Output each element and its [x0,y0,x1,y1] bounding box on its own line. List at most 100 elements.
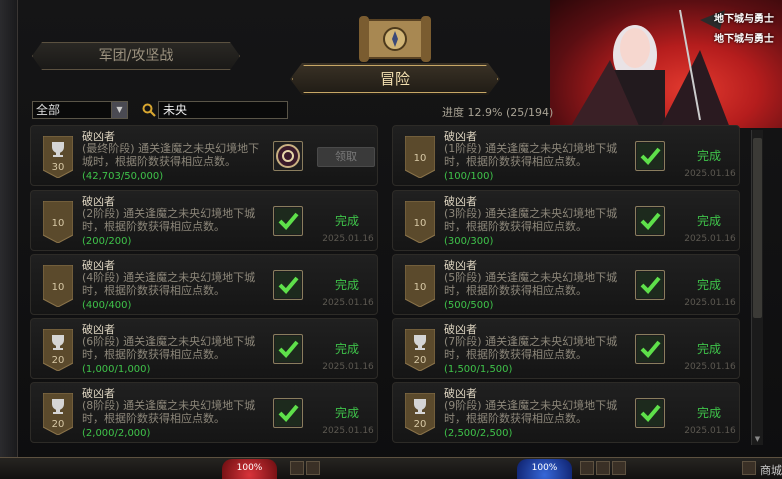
checkmark-icon[interactable] [273,398,303,428]
completion-date: 2025.01.16 [684,234,736,244]
badge-points: 10 [51,218,65,229]
points-badge-icon: 10 [405,265,435,307]
trophy-badge-icon: 20 [43,329,73,371]
progress-percent: 12.9% [467,106,503,119]
achievement-card: 10 破凶者 (4阶段) 通关逢魔之未央幻境地下城时，根据阶数获得相应点数。 (400… [30,254,378,315]
completion-date: 2025.01.16 [322,234,374,244]
status-complete: 完成 [334,406,359,420]
card-progress: (1,000/1,000) [82,364,151,375]
card-description: (8阶段) 通关逢魔之未央幻境地下城时，根据阶数获得相应点数。 [82,399,256,425]
hud-menu-slot[interactable] [612,461,626,475]
hud-menu-slot[interactable] [596,461,610,475]
category-selected: 全部 [36,103,61,117]
achievement-card: 20 破凶者 (8阶段) 通关逢魔之未央幻境地下城时，根据阶数获得相应点数。 (2,0… [30,382,378,443]
status-complete: 完成 [334,214,359,228]
dropdown-arrow-icon[interactable]: ▼ [111,102,127,118]
checkmark-icon[interactable] [635,334,665,364]
card-progress: (300/300) [444,236,494,247]
checkmark-icon[interactable] [273,270,303,300]
achievement-card: 10 破凶者 (5阶段) 通关逢魔之未央幻境地下城时，根据阶数获得相应点数。 (500… [392,254,740,315]
card-description: (7阶段) 通关逢魔之未央幻境地下城时，根据阶数获得相应点数。 [444,335,618,361]
card-progress: (2,500/2,500) [444,428,513,439]
badge-points: 10 [413,153,427,164]
completion-date: 2025.01.16 [684,362,736,372]
status-complete: 完成 [696,149,721,163]
card-description: (最终阶段) 通关逢魔之未央幻境地下城时，根据阶数获得相应点数。 [82,142,260,168]
checkmark-icon[interactable] [635,398,665,428]
achievement-card: 20 破凶者 (6阶段) 通关逢魔之未央幻境地下城时，根据阶数获得相应点数。 (1,0… [30,318,378,379]
badge-points: 20 [413,419,427,430]
badge-points: 10 [413,282,427,293]
hud-menu-slot[interactable] [580,461,594,475]
achievement-card: 20 破凶者 (7阶段) 通关逢魔之未央幻境地下城时，根据阶数获得相应点数。 (1,5… [392,318,740,379]
hud-skill-slot[interactable] [290,461,304,475]
card-description: (1阶段) 通关逢魔之未央幻境地下城时，根据阶数获得相应点数。 [444,142,618,168]
badge-points: 20 [413,355,427,366]
card-description: (3阶段) 通关逢魔之未央幻境地下城时，根据阶数获得相应点数。 [444,207,618,233]
shop-button[interactable]: 商城 [760,462,782,478]
list-scrollbar[interactable]: ▼ [751,130,763,445]
badge-points: 20 [51,355,65,366]
trophy-badge-icon: 30 [43,136,73,178]
achievement-card: 20 破凶者 (9阶段) 通关逢魔之未央幻境地下城时，根据阶数获得相应点数。 (2,5… [392,382,740,443]
card-progress: (500/500) [444,300,494,311]
badge-points: 10 [51,282,65,293]
progress-label: 进度 [442,106,464,119]
checkmark-icon[interactable] [635,141,665,171]
points-badge-icon: 10 [43,201,73,243]
completion-date: 2025.01.16 [684,169,736,179]
category-dropdown[interactable]: 全部 ▼ [32,101,128,119]
status-complete: 完成 [334,278,359,292]
tab-legion[interactable]: 军团/攻坚战 [32,42,240,70]
card-progress: (200/200) [82,236,132,247]
completion-date: 2025.01.16 [322,362,374,372]
card-description: (5阶段) 通关逢魔之未央幻境地下城时，根据阶数获得相应点数。 [444,271,618,297]
points-badge-icon: 10 [43,265,73,307]
achievement-list: 30 破凶者 (最终阶段) 通关逢魔之未央幻境地下城时，根据阶数获得相应点数。 (42… [30,125,750,445]
checkmark-icon[interactable] [273,206,303,236]
status-complete: 完成 [696,278,721,292]
trophy-badge-icon: 20 [405,329,435,371]
card-progress: (400/400) [82,300,132,311]
progress-readout: 进度 12.9% (25/194) [442,104,553,120]
checkmark-icon[interactable] [635,270,665,300]
achievement-card: 10 破凶者 (3阶段) 通关逢魔之未央幻境地下城时，根据阶数获得相应点数。 (300… [392,190,740,251]
achievement-window: 地下城与勇士 地下城与勇士 军团/攻坚战 冒险 全部 ▼ 未央 进度 12.9%… [0,0,782,479]
points-badge-icon: 10 [405,136,435,178]
badge-points: 10 [413,218,427,229]
banner-logo: 地下城与勇士 [714,14,774,25]
hud-menu-slot[interactable] [742,461,756,475]
background-scene [0,0,18,479]
achievement-card: 30 破凶者 (最终阶段) 通关逢魔之未央幻境地下城时，根据阶数获得相应点数。 (42… [30,125,378,186]
achievement-card: 10 破凶者 (1阶段) 通关逢魔之未央幻境地下城时，根据阶数获得相应点数。 (100… [392,125,740,186]
reward-emblem-icon[interactable] [273,141,303,171]
scroll-thumb[interactable] [753,138,762,318]
completion-date: 2025.01.16 [322,298,374,308]
points-badge-icon: 10 [405,201,435,243]
checkmark-icon[interactable] [635,206,665,236]
search-icon [142,103,156,117]
badge-points: 30 [51,162,65,173]
card-description: (2阶段) 通关逢魔之未央幻境地下城时，根据阶数获得相应点数。 [82,207,256,233]
trophy-badge-icon: 20 [405,393,435,435]
card-description: (6阶段) 通关逢魔之未央幻境地下城时，根据阶数获得相应点数。 [82,335,256,361]
card-description: (4阶段) 通关逢魔之未央幻境地下城时，根据阶数获得相应点数。 [82,271,256,297]
scroll-down-arrow-icon[interactable]: ▼ [753,435,762,444]
banner-logo-secondary: 地下城与勇士 [714,34,774,45]
badge-points: 20 [51,419,65,430]
hud-skill-slot[interactable] [306,461,320,475]
card-progress: (2,000/2,000) [82,428,151,439]
scroll-emblem-icon [359,16,431,62]
claim-button[interactable]: 领取 [317,147,375,167]
search-input[interactable]: 未央 [158,101,288,119]
tab-adventure[interactable]: 冒险 [290,63,500,95]
mp-orb: 100% [517,459,572,479]
trophy-badge-icon: 20 [43,393,73,435]
status-complete: 完成 [334,342,359,356]
checkmark-icon[interactable] [273,334,303,364]
bottom-hud [0,457,782,479]
status-complete: 完成 [696,406,721,420]
completion-date: 2025.01.16 [684,426,736,436]
card-progress: (1,500/1,500) [444,364,513,375]
card-description: (9阶段) 通关逢魔之未央幻境地下城时，根据阶数获得相应点数。 [444,399,618,425]
